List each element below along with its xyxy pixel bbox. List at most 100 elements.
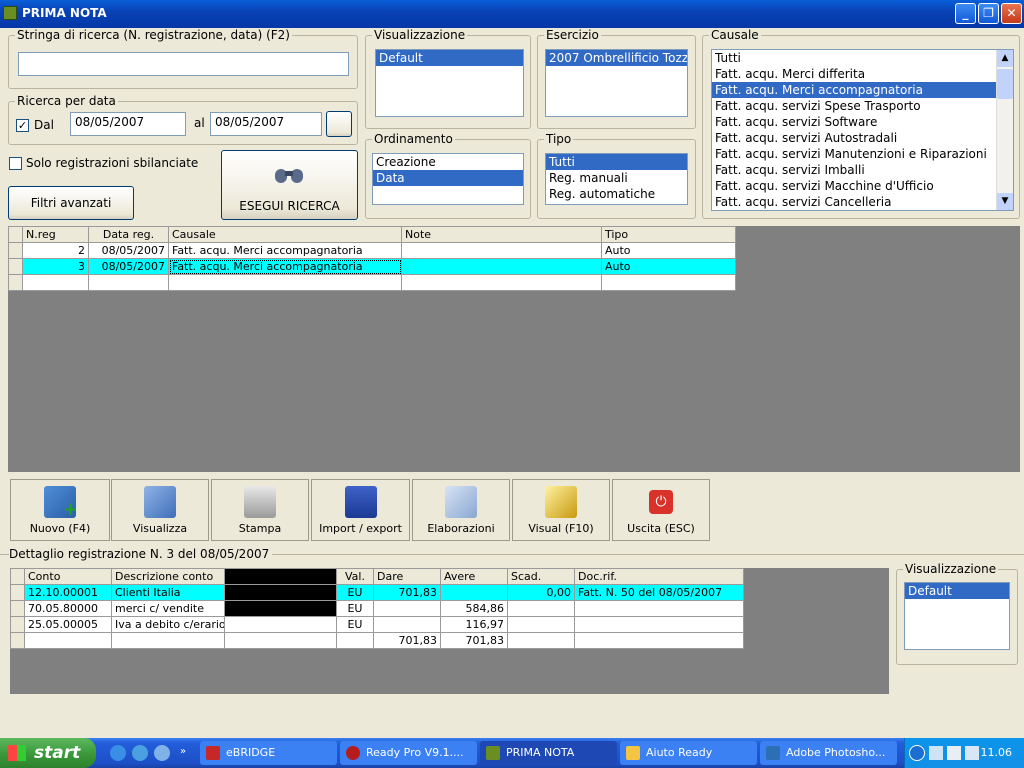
exit-button[interactable]: ⏻ Uscita (ESC) — [612, 479, 710, 541]
causale-item[interactable]: Fatt. acqu. Merci accompagnatoria — [712, 82, 996, 98]
order-item-creazione[interactable]: Creazione — [373, 154, 523, 170]
scroll-up-icon[interactable]: ▲ — [997, 50, 1013, 67]
chevron-right-icon[interactable]: » — [180, 746, 186, 757]
causale-item[interactable]: Fatt. acqu. servizi Imballi — [712, 162, 1013, 178]
causale-scrollbar[interactable]: ▲ ▼ — [996, 50, 1013, 210]
scroll-thumb[interactable] — [997, 69, 1013, 99]
view-list[interactable]: Default — [375, 49, 524, 117]
task-aiuto-ready[interactable]: Aiuto Ready — [620, 741, 757, 765]
type-item-auto[interactable]: Reg. automatiche — [546, 186, 687, 202]
table-row-selected[interactable]: 3 08/05/2007 Fatt. acqu. Merci accompagn… — [8, 258, 736, 275]
import-export-button[interactable]: Import / export — [311, 479, 410, 541]
causale-item[interactable]: Fatt. acqu. servizi Autostradali — [712, 130, 1013, 146]
ready-pro-icon — [346, 746, 360, 760]
order-item-data[interactable]: Data — [373, 170, 523, 186]
type-item-manual[interactable]: Reg. manuali — [546, 170, 687, 186]
ie-icon[interactable] — [110, 745, 126, 761]
to-date-label: al — [194, 116, 205, 130]
restore-button[interactable]: ❐ — [978, 3, 999, 24]
close-button[interactable]: ✕ — [1001, 3, 1022, 24]
causale-item[interactable]: Fatt. acqu. servizi Macchine d'Ufficio — [712, 178, 1013, 194]
from-date-checkbox[interactable]: ✓ — [16, 119, 29, 132]
detail-row[interactable]: 70.05.80000 merci c/ vendite EU 584,86 — [10, 600, 744, 617]
col-descrizione[interactable]: Descrizione conto — [111, 568, 225, 585]
col-val[interactable]: Val. — [336, 568, 374, 585]
cell-val: EU — [336, 600, 374, 617]
cell-descrizione: Iva a debito c/erario — [111, 616, 225, 633]
task-photoshop[interactable]: Adobe Photosho... — [760, 741, 897, 765]
detail-view-list[interactable]: Default — [904, 582, 1010, 650]
minimize-button[interactable]: _ — [955, 3, 976, 24]
advanced-filters-button[interactable]: Filtri avanzati — [8, 186, 134, 220]
run-search-button[interactable]: ESEGUI RICERCA — [221, 150, 358, 220]
col-data[interactable]: Data reg. — [88, 226, 169, 243]
title-bar[interactable]: PRIMA NOTA _ ❐ ✕ — [0, 0, 1024, 28]
causale-item[interactable]: Fatt. acqu. servizi Cancelleria — [712, 194, 1013, 210]
col-avere[interactable]: Avere — [440, 568, 508, 585]
detail-row-selected[interactable]: 12.10.00001 Clienti Italia EU 701,83 0,0… — [10, 584, 744, 601]
start-label: start — [34, 743, 81, 763]
tray-expand-icon[interactable] — [909, 745, 925, 761]
calendar-button[interactable] — [326, 111, 352, 137]
detail-view-item[interactable]: Default — [905, 583, 1009, 599]
from-date-label: Dal — [34, 118, 54, 132]
only-unbalanced-checkbox[interactable] — [9, 157, 22, 170]
col-tipo[interactable]: Tipo — [601, 226, 736, 243]
col-causale[interactable]: Causale — [168, 226, 402, 243]
total-dare: 701,83 — [373, 632, 441, 649]
outlook-icon[interactable] — [132, 745, 148, 761]
col-conto[interactable]: Conto — [24, 568, 112, 585]
desktop-icon[interactable] — [154, 745, 170, 761]
cell-note — [401, 242, 602, 259]
causale-item[interactable]: Fatt. acqu. Merci differita — [712, 66, 1013, 82]
type-item-tutti[interactable]: Tutti — [546, 154, 687, 170]
cell-causale: Fatt. acqu. Merci accompagnatoria — [168, 242, 402, 259]
col-note[interactable]: Note — [401, 226, 602, 243]
cell-avere — [440, 584, 508, 601]
col-dare[interactable]: Dare — [373, 568, 441, 585]
processing-button[interactable]: Elaborazioni — [412, 479, 510, 541]
start-button[interactable]: start — [0, 738, 96, 768]
total-avere: 701,83 — [440, 632, 508, 649]
type-label: Tipo — [544, 132, 574, 146]
causale-item[interactable]: Fatt. acqu. servizi Software — [712, 114, 1013, 130]
search-input[interactable] — [18, 52, 349, 76]
view-item[interactable]: Default — [376, 50, 523, 66]
causale-item[interactable]: Tutti — [712, 50, 1013, 66]
col-docrif[interactable]: Doc.rif. — [574, 568, 744, 585]
from-date-field[interactable]: 08/05/2007 — [70, 112, 186, 136]
col-nreg[interactable]: N.reg — [22, 226, 89, 243]
detail-grid[interactable]: Conto Descrizione conto Val. Dare Avere … — [10, 568, 889, 694]
order-list[interactable]: Creazione Data — [372, 153, 524, 205]
view-button[interactable]: Visualizza — [111, 479, 209, 541]
table-row-empty[interactable] — [8, 274, 736, 291]
new-button[interactable]: + Nuovo (F4) — [10, 479, 110, 541]
table-row[interactable]: 2 08/05/2007 Fatt. acqu. Merci accompagn… — [8, 242, 736, 259]
app-icon — [3, 6, 17, 20]
year-list[interactable]: 2007 Ombrellificio Tozz — [545, 49, 688, 117]
col-scad[interactable]: Scad. — [507, 568, 575, 585]
visual-button[interactable]: Visual (F10) — [512, 479, 610, 541]
tray-device-icon[interactable] — [965, 746, 979, 760]
visual-label: Visual (F10) — [528, 522, 594, 535]
print-button[interactable]: Stampa — [211, 479, 309, 541]
gear-document-icon — [445, 486, 477, 518]
cell-tipo: Auto — [601, 258, 736, 275]
tray-app-icon[interactable] — [947, 746, 961, 760]
registrations-grid[interactable]: N.reg Data reg. Causale Note Tipo 2 08/0… — [8, 226, 1020, 472]
magnifier-icon — [144, 486, 176, 518]
task-ebridge[interactable]: eBRIDGE — [200, 741, 337, 765]
year-item[interactable]: 2007 Ombrellificio Tozz — [546, 50, 687, 66]
scroll-down-icon[interactable]: ▼ — [997, 193, 1013, 210]
causale-item[interactable]: Fatt. acqu. servizi Manutenzioni e Ripar… — [712, 146, 1013, 162]
detail-row[interactable]: 25.05.00005 Iva a debito c/erario EU 116… — [10, 616, 744, 633]
task-prima-nota[interactable]: PRIMA NOTA — [480, 741, 617, 765]
photoshop-icon — [766, 746, 780, 760]
view-label: Visualizzazione — [372, 28, 468, 42]
network-icon[interactable] — [929, 746, 943, 760]
causale-item[interactable]: Fatt. acqu. servizi Spese Trasporto — [712, 98, 1013, 114]
task-ready-pro[interactable]: Ready Pro V9.1.... — [340, 741, 477, 765]
causale-list[interactable]: Tutti Fatt. acqu. Merci differita Fatt. … — [711, 49, 1014, 211]
to-date-field[interactable]: 08/05/2007 — [210, 112, 322, 136]
type-list[interactable]: Tutti Reg. manuali Reg. automatiche — [545, 153, 688, 205]
